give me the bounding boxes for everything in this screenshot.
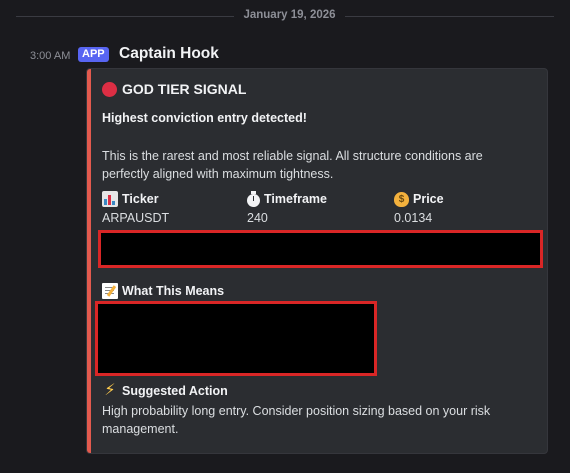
date-divider-text: January 19, 2026 xyxy=(243,9,336,21)
what-this-means-heading: What This Means xyxy=(102,282,224,300)
embed-title: GOD TIER SIGNAL xyxy=(102,81,246,97)
suggested-action-label: Suggested Action xyxy=(122,384,228,398)
bar-chart-icon xyxy=(102,191,118,207)
field-ticker-value: ARPAUSDT xyxy=(102,211,170,225)
app-badge: APP xyxy=(78,47,109,62)
money-bag-icon: $ xyxy=(394,191,409,207)
field-price-name: $ Price xyxy=(394,190,444,208)
field-price: $ Price 0.0134 xyxy=(394,190,444,225)
date-divider: January 19, 2026 xyxy=(0,8,570,26)
stopwatch-icon xyxy=(247,190,260,207)
redacted-block-2 xyxy=(95,301,377,376)
field-ticker-name: Ticker xyxy=(102,190,169,208)
field-timeframe-value: 240 xyxy=(247,211,268,225)
memo-icon xyxy=(102,283,118,299)
signal-embed: GOD TIER SIGNAL Highest conviction entry… xyxy=(86,68,548,454)
redacted-block-1 xyxy=(98,230,543,268)
embed-description: This is the rarest and most reliable sig… xyxy=(102,149,483,181)
suggested-action-text: High probability long entry. Consider po… xyxy=(102,404,491,436)
chat-view: January 19, 2026 3:00 AM APP Captain Hoo… xyxy=(0,0,570,473)
red-circle-icon xyxy=(102,81,117,97)
message-timestamp[interactable]: 3:00 AM xyxy=(30,50,70,62)
suggested-action-heading: ⚡ Suggested Action xyxy=(102,382,228,400)
author-name[interactable]: Captain Hook xyxy=(119,45,219,63)
field-timeframe-label: Timeframe xyxy=(264,192,327,206)
embed-accent-bar xyxy=(87,69,91,453)
field-timeframe: Timeframe 240 xyxy=(247,190,327,225)
field-ticker: Ticker ARPAUSDT xyxy=(102,190,169,225)
field-ticker-label: Ticker xyxy=(122,192,159,206)
what-this-means-label: What This Means xyxy=(122,284,225,298)
divider-line-left xyxy=(16,16,234,17)
embed-title-text: GOD TIER SIGNAL xyxy=(122,81,247,97)
field-price-value: 0.0134 xyxy=(394,211,433,225)
embed-subtitle: Highest conviction entry detected! xyxy=(102,111,307,125)
divider-line-right xyxy=(345,16,554,17)
field-timeframe-name: Timeframe xyxy=(247,190,327,208)
lightning-icon: ⚡ xyxy=(104,382,116,399)
field-price-label: Price xyxy=(413,192,444,206)
